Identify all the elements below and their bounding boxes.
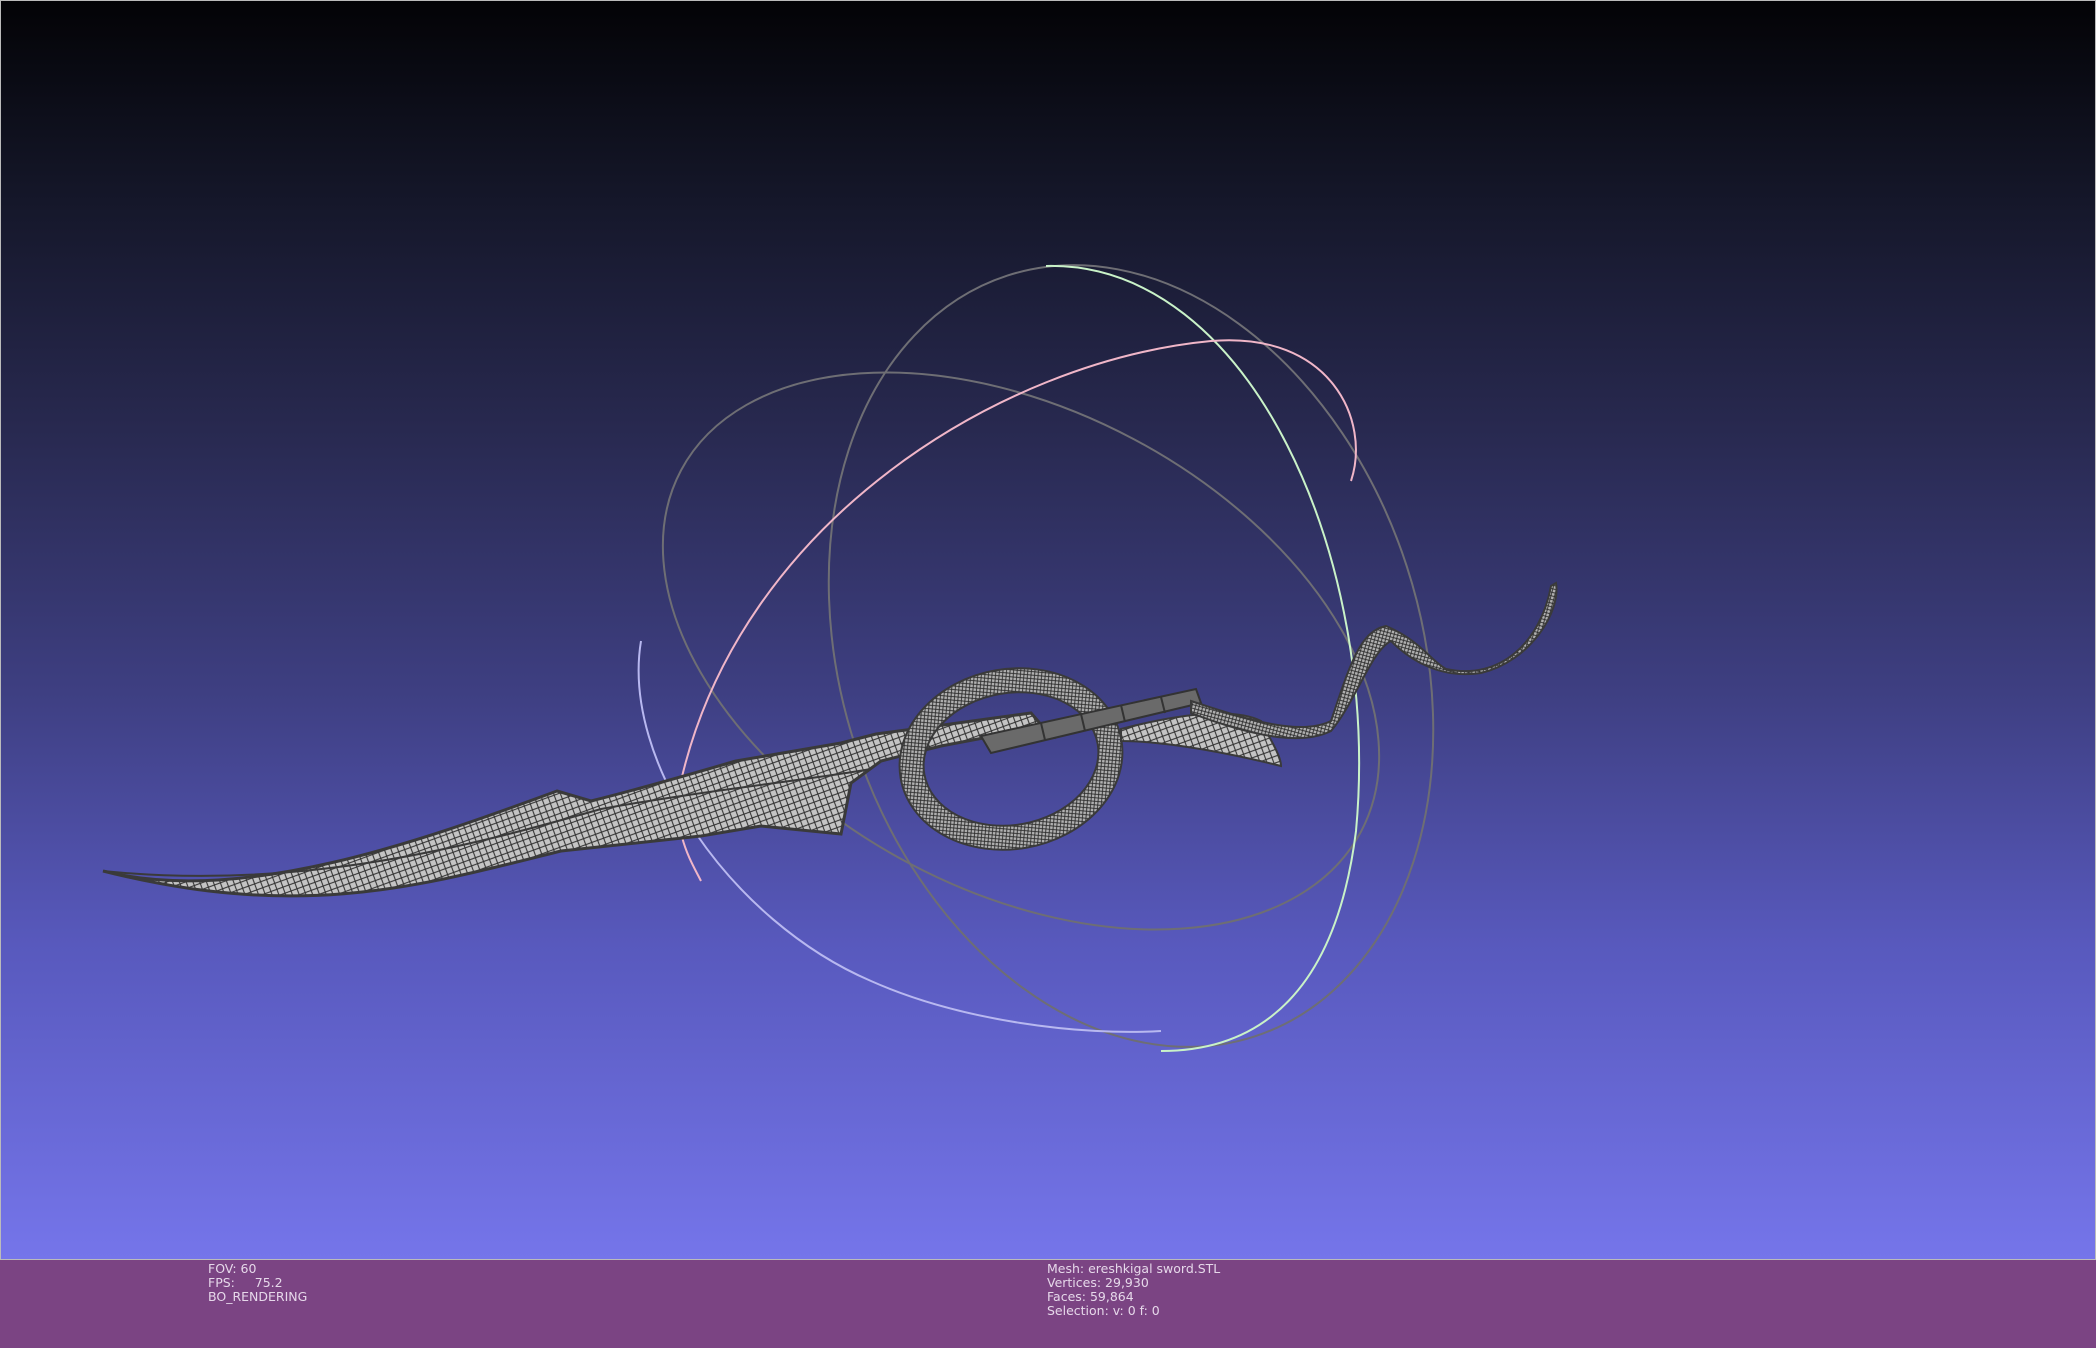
- trackball-ring-green: [1045, 264, 1360, 1052]
- fps-readout: FPS: 75.2: [208, 1276, 307, 1290]
- selection-info: Selection: v: 0 f: 0: [1047, 1303, 1160, 1318]
- rendering-mode: BO_RENDERING: [208, 1289, 308, 1304]
- status-info-bar: FOV: 60 FPS: 75.2 BO_RENDERING Mesh: ere…: [0, 1260, 2096, 1348]
- mesh-name: Mesh: ereshkigal sword.STL: [1047, 1261, 1221, 1276]
- vertex-count: Vertices: 29,930: [1047, 1275, 1149, 1290]
- trackball-gizmo[interactable]: [568, 186, 1530, 1126]
- 3d-viewport[interactable]: [0, 0, 2096, 1260]
- fps-value: 75.2: [254, 1275, 283, 1290]
- fps-label: FPS:: [208, 1275, 235, 1290]
- render-info: FOV: 60 FPS: 75.2 BO_RENDERING: [208, 1262, 307, 1304]
- mesh-info: Mesh: ereshkigal sword.STL Vertices: 29,…: [1047, 1262, 1220, 1318]
- face-count: Faces: 59,864: [1047, 1289, 1134, 1304]
- scene-canvas: [102, 186, 1558, 1126]
- sword-mesh[interactable]: [102, 581, 1558, 898]
- trackball-ring-gray-1: [661, 371, 1381, 931]
- fov-readout: FOV: 60: [208, 1261, 257, 1276]
